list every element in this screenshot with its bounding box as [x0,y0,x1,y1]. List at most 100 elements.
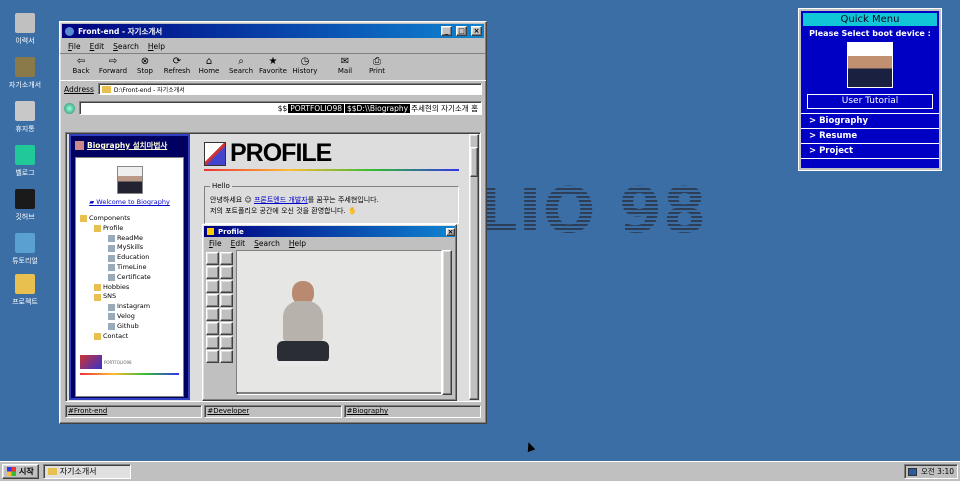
mail-icon: ✉ [340,56,350,67]
quick-menu-link[interactable]: > Project [801,144,939,159]
tree-node-icon [108,323,115,331]
paint-close-button[interactable]: × [446,227,455,236]
task-button[interactable]: 자기소개서 [42,464,131,479]
tree-item[interactable]: Certificate [80,273,179,283]
desktop-icon[interactable]: 프로젝트 [8,274,42,307]
status-tag[interactable]: #Biography [343,405,481,418]
paint-tool[interactable] [206,350,219,363]
window-titlebar[interactable]: Front-end - 자기소개서 _ □ × [62,24,484,38]
tree-item[interactable]: Github [80,322,179,332]
desktop-icon-label: 휴지통 [15,125,35,133]
profile-icon [204,141,226,166]
toolbar-home-button[interactable]: ⌂ Home [194,56,224,78]
sidebar-title[interactable]: Biography 설치마법사 [87,140,167,151]
tree-item[interactable]: Instagram [80,302,179,312]
maximize-button[interactable]: □ [456,26,467,36]
paint-tool[interactable] [220,266,233,279]
toolbar-print-button[interactable]: ⎙ Print [362,56,392,78]
paint-tool[interactable] [206,252,219,265]
portfolio98-logo [80,355,102,370]
toolbar-refresh-button[interactable]: ⟳ Refresh [162,56,192,78]
paint-titlebar[interactable]: Profile × [204,226,455,237]
paint-menu-item[interactable]: Search [254,239,280,248]
toolbar-search-button[interactable]: ⌕ Search [226,56,256,78]
monitor-icon[interactable] [908,467,917,476]
history-icon: ◷ [300,56,310,67]
paint-canvas[interactable] [236,250,442,395]
start-button[interactable]: 시작 [2,464,39,479]
desktop-icon-image [15,57,35,77]
tree-item[interactable]: Hobbies [80,283,179,293]
folder-icon: ▰ [89,198,95,206]
paint-tool[interactable] [220,252,233,265]
minimize-button[interactable]: _ [441,26,452,36]
quick-menu-link[interactable]: > Resume [801,129,939,144]
desktop-icon-label: 이력서 [15,37,35,45]
toolbar-label: Back [72,67,90,75]
tree-item-label: Contact [103,331,129,340]
status-tag[interactable]: #Developer [204,405,342,418]
paint-menu-item[interactable]: File [209,239,222,248]
paint-tool[interactable] [220,336,233,349]
user-tutorial-button[interactable]: User Tutorial [807,94,933,109]
paint-tool[interactable] [220,350,233,363]
paint-tool[interactable] [220,322,233,335]
paint-tool[interactable] [220,308,233,321]
back-arrow-icon: ⇦ [76,56,86,67]
tree-item[interactable]: TimeLine [80,263,179,273]
close-button[interactable]: × [471,26,482,36]
favorite-icon: ★ [268,56,278,67]
tree-item-label: SNS [103,292,117,301]
desktop-icon[interactable]: 이력서 [8,13,42,46]
toolbar-back-button[interactable]: ⇦ Back [66,56,96,78]
hello-post: 를 꿈꾸는 주세현입니다. [307,196,379,204]
paint-tool[interactable] [206,322,219,335]
paint-tool[interactable] [220,280,233,293]
paint-tool[interactable] [220,294,233,307]
toolbar-stop-button[interactable]: ⊗ Stop [130,56,160,78]
status-tag[interactable]: #Front-end [65,405,203,418]
desktop-icon[interactable]: 튜토리얼 [8,233,42,266]
toolbar-favorite-button[interactable]: ★ Favorite [258,56,288,78]
toolbar-history-button[interactable]: ◷ History [290,56,320,78]
desktop-icon-image [15,233,35,253]
tree-item[interactable]: Velog [80,312,179,322]
address-input[interactable]: D:\Front-end - 자기소개서 [97,83,482,95]
tree-item[interactable]: Components [80,214,179,224]
developer-link[interactable]: 프론트엔드 개발자 [254,196,308,204]
paint-tool[interactable] [206,266,219,279]
tree-item[interactable]: Contact [80,332,179,342]
menu-item[interactable]: Edit [90,42,105,51]
desktop-icon[interactable]: 휴지통 [8,101,42,134]
toolbar-label: Stop [137,67,153,75]
paint-tool[interactable] [206,280,219,293]
ie-icon [65,26,74,36]
paint-menu-item[interactable]: Edit [231,239,246,248]
quick-menu-link[interactable]: > Biography [801,114,939,129]
toolbar-label: History [292,67,318,75]
mouse-cursor [524,440,536,453]
tree-item[interactable]: ReadMe [80,234,179,244]
toolbar-mail-button[interactable]: ✉ Mail [330,56,360,78]
tree-item[interactable]: MySkills [80,243,179,253]
paint-tool[interactable] [206,308,219,321]
desktop-icon-label: 깃허브 [15,213,35,221]
tree-item[interactable]: Education [80,253,179,263]
menu-item[interactable]: File [68,42,81,51]
desktop-icon[interactable]: 깃허브 [8,189,42,222]
tree-item[interactable]: SNS [80,292,179,302]
paint-tool[interactable] [206,336,219,349]
welcome-link[interactable]: ▰ Welcome to Biography [80,198,179,206]
desktop-icon[interactable]: 자기소개서 [8,57,42,90]
tree-item[interactable]: Profile [80,224,179,234]
paint-tool[interactable] [206,294,219,307]
paint-menu-item[interactable]: Help [289,239,306,248]
stop-icon: ⊗ [140,56,150,67]
marquee-path: $$D:\\Biography [345,103,411,113]
toolbar-forward-button[interactable]: ⇨ Forward [98,56,128,78]
desktop-icon[interactable]: 벨로그 [8,145,42,178]
menu-item[interactable]: Search [113,42,139,51]
content-scrollbar[interactable] [469,134,479,400]
menu-item[interactable]: Help [148,42,165,51]
paint-scrollbar[interactable] [442,250,452,395]
